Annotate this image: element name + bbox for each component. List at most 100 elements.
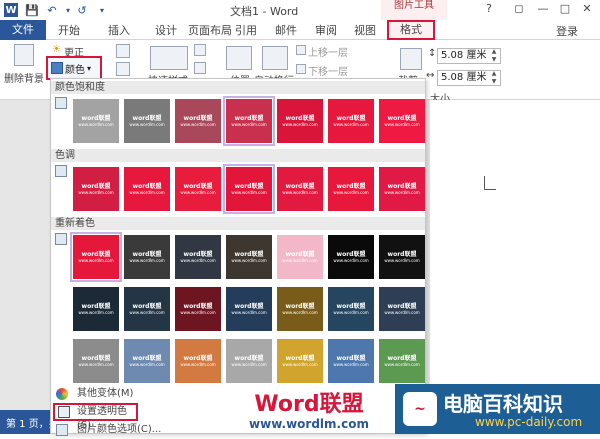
- color-swatch[interactable]: word联盟 www.wordlm.com: [328, 99, 374, 143]
- color-swatch[interactable]: word联盟 www.wordlm.com: [223, 96, 275, 146]
- undo-icon[interactable]: ↶: [44, 2, 60, 18]
- corrections-icon[interactable]: ☀: [52, 44, 61, 55]
- swatch-url: www.wordlm.com: [384, 122, 420, 127]
- tab-review[interactable]: 审阅: [315, 22, 337, 38]
- ribbon-display-button[interactable]: ◻: [510, 2, 528, 15]
- color-swatch[interactable]: word联盟 www.wordlm.com: [277, 287, 323, 331]
- color-swatch[interactable]: word联盟 www.wordlm.com: [379, 287, 425, 331]
- swatch-url: www.wordlm.com: [129, 258, 165, 263]
- help-button[interactable]: ?: [480, 2, 498, 15]
- color-swatch[interactable]: word联盟 www.wordlm.com: [226, 339, 272, 383]
- color-swatch[interactable]: word联盟 www.wordlm.com: [328, 339, 374, 383]
- swatch-url: www.wordlm.com: [78, 190, 114, 195]
- swatch-url: www.wordlm.com: [180, 122, 216, 127]
- saturation-row: word联盟 www.wordlm.com word联盟 www.wordlm.com…: [51, 95, 425, 147]
- height-spinner[interactable]: ▲ ▼: [490, 48, 498, 64]
- customize-toolbar-icon[interactable]: ▾: [94, 2, 110, 18]
- swatch-text: word联盟: [336, 251, 366, 258]
- swatch-text: word联盟: [81, 355, 111, 362]
- swatch-text: word联盟: [81, 115, 111, 122]
- tab-home[interactable]: 开始: [58, 22, 80, 38]
- color-swatch[interactable]: word联盟 www.wordlm.com: [226, 287, 272, 331]
- color-swatch[interactable]: word联盟 www.wordlm.com: [277, 339, 323, 383]
- swatch-url: www.wordlm.com: [384, 258, 420, 263]
- color-swatch[interactable]: word联盟 www.wordlm.com: [124, 235, 170, 279]
- color-swatch[interactable]: word联盟 www.wordlm.com: [175, 339, 221, 383]
- swatch-url: www.wordlm.com: [333, 310, 369, 315]
- set-transparent-color-item[interactable]: 设置透明色(S): [53, 403, 138, 431]
- swatch-text: word联盟: [183, 303, 213, 310]
- color-swatch[interactable]: word联盟 www.wordlm.com: [328, 287, 374, 331]
- tab-insert[interactable]: 插入: [108, 22, 130, 38]
- color-swatch[interactable]: word联盟 www.wordlm.com: [379, 235, 425, 279]
- send-backward-button[interactable]: 下移一层: [308, 63, 348, 78]
- color-swatch[interactable]: word联盟 www.wordlm.com: [73, 339, 119, 383]
- color-swatch[interactable]: word联盟 www.wordlm.com: [175, 99, 221, 143]
- position-icon[interactable]: [226, 46, 252, 70]
- color-swatch[interactable]: word联盟 www.wordlm.com: [379, 99, 425, 143]
- color-swatch[interactable]: word联盟 www.wordlm.com: [277, 99, 323, 143]
- quick-styles-icon[interactable]: [150, 46, 188, 70]
- crop-icon[interactable]: [400, 48, 422, 70]
- remove-background-icon[interactable]: [14, 44, 34, 66]
- color-swatch[interactable]: word联盟 www.wordlm.com: [379, 167, 425, 211]
- color-swatch[interactable]: word联盟 www.wordlm.com: [124, 99, 170, 143]
- color-swatch[interactable]: word联盟 www.wordlm.com: [226, 235, 272, 279]
- saturation-header: 颜色饱和度: [51, 81, 425, 94]
- swatch-url: www.wordlm.com: [180, 362, 216, 367]
- color-swatch[interactable]: word联盟 www.wordlm.com: [73, 287, 119, 331]
- redo-icon[interactable]: ↺: [74, 2, 90, 18]
- swatch-url: www.wordlm.com: [282, 362, 318, 367]
- color-swatch[interactable]: word联盟 www.wordlm.com: [328, 235, 374, 279]
- color-swatch[interactable]: word联盟 www.wordlm.com: [124, 167, 170, 211]
- remove-background-button[interactable]: 删除背景: [4, 70, 44, 85]
- swatch-url: www.wordlm.com: [333, 122, 369, 127]
- minimize-button[interactable]: —: [534, 2, 552, 15]
- restore-button[interactable]: □: [556, 2, 574, 15]
- color-swatch[interactable]: word联盟 www.wordlm.com: [124, 339, 170, 383]
- picture-effects-icon[interactable]: [194, 62, 206, 74]
- tab-format[interactable]: 格式: [387, 20, 435, 40]
- sign-in-link[interactable]: 登录: [556, 23, 578, 39]
- swatch-text: word联盟: [183, 115, 213, 122]
- swatch-url: www.wordlm.com: [333, 258, 369, 263]
- width-spinner[interactable]: ▲ ▼: [490, 70, 498, 86]
- swatch-url: www.wordlm.com: [384, 310, 420, 315]
- tab-view[interactable]: 视图: [354, 22, 376, 38]
- tab-file[interactable]: 文件: [0, 20, 46, 40]
- color-swatch[interactable]: word联盟 www.wordlm.com: [175, 235, 221, 279]
- word-app-icon: W: [4, 3, 18, 17]
- close-button[interactable]: ✕: [578, 2, 596, 15]
- color-swatch[interactable]: word联盟 www.wordlm.com: [175, 287, 221, 331]
- color-swatch[interactable]: word联盟 www.wordlm.com: [73, 167, 119, 211]
- compress-pictures-icon[interactable]: [116, 44, 130, 58]
- tab-references[interactable]: 引用: [235, 22, 257, 38]
- wrap-text-icon[interactable]: [262, 46, 288, 70]
- tone-header: 色调: [51, 149, 425, 162]
- color-dropdown-button[interactable]: 颜色 ▾: [46, 56, 102, 80]
- save-icon[interactable]: 💾: [24, 2, 40, 18]
- change-picture-icon[interactable]: [116, 62, 130, 76]
- color-swatch[interactable]: word联盟 www.wordlm.com: [277, 167, 323, 211]
- color-swatch[interactable]: word联盟 www.wordlm.com: [70, 232, 122, 282]
- color-swatch[interactable]: word联盟 www.wordlm.com: [73, 99, 119, 143]
- color-swatch[interactable]: word联盟 www.wordlm.com: [328, 167, 374, 211]
- picture-border-icon[interactable]: [194, 44, 206, 56]
- color-swatch[interactable]: word联盟 www.wordlm.com: [223, 164, 275, 214]
- tab-design[interactable]: 设计: [155, 22, 177, 38]
- width-icon: ↔: [426, 70, 435, 81]
- swatch-text: word联盟: [234, 183, 264, 190]
- bring-forward-icon[interactable]: [296, 45, 306, 55]
- document-page[interactable]: [430, 100, 600, 410]
- color-swatch[interactable]: word联盟 www.wordlm.com: [124, 287, 170, 331]
- send-backward-icon[interactable]: [296, 64, 306, 74]
- color-swatch[interactable]: word联盟 www.wordlm.com: [175, 167, 221, 211]
- tab-page-layout[interactable]: 页面布局: [188, 22, 232, 38]
- swatch-text: word联盟: [285, 183, 315, 190]
- bring-forward-button[interactable]: 上移一层: [308, 44, 348, 59]
- swatch-text: word联盟: [387, 115, 417, 122]
- color-swatch[interactable]: word联盟 www.wordlm.com: [379, 339, 425, 383]
- color-swatch[interactable]: word联盟 www.wordlm.com: [277, 235, 323, 279]
- swatch-text: word联盟: [336, 183, 366, 190]
- tab-mailings[interactable]: 邮件: [275, 22, 297, 38]
